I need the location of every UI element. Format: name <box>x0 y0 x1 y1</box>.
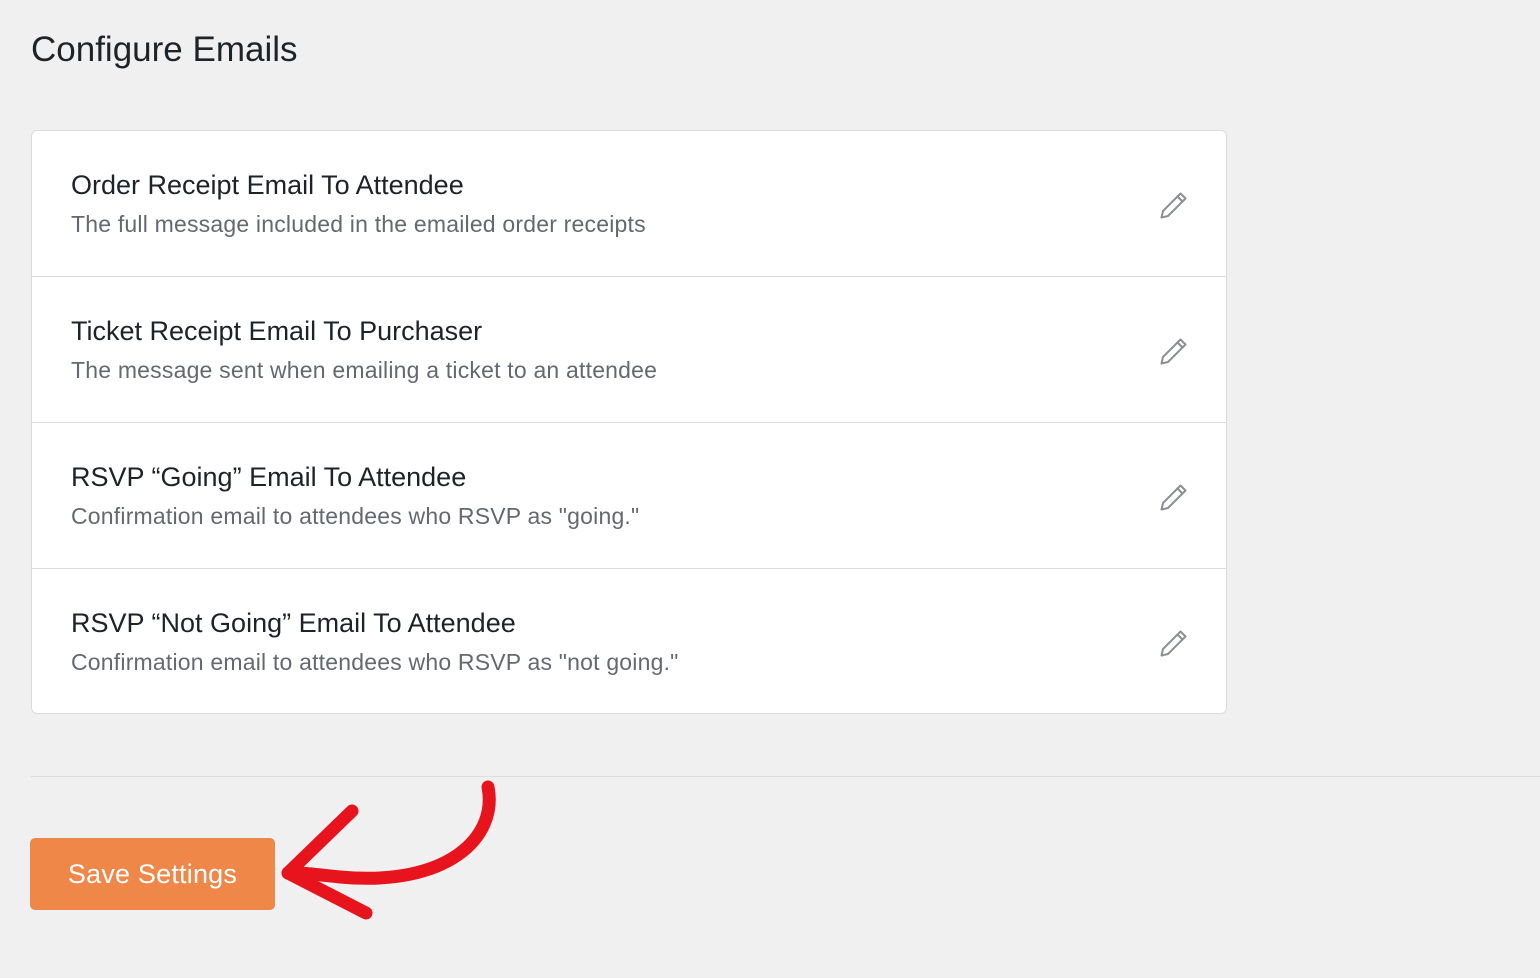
email-description: The message sent when emailing a ticket … <box>71 357 658 383</box>
email-item-ticket-receipt[interactable]: Ticket Receipt Email To Purchaser The me… <box>32 277 1226 423</box>
email-title: RSVP “Not Going” Email To Attendee <box>71 608 516 638</box>
annotation-arrow-icon <box>281 780 496 920</box>
pencil-icon[interactable] <box>1158 189 1190 221</box>
email-title: RSVP “Going” Email To Attendee <box>71 462 467 492</box>
pencil-icon[interactable] <box>1158 481 1190 513</box>
email-description: Confirmation email to attendees who RSVP… <box>71 649 679 675</box>
email-item-order-receipt[interactable]: Order Receipt Email To Attendee The full… <box>32 131 1226 277</box>
section-divider <box>31 776 1540 777</box>
pencil-icon[interactable] <box>1158 627 1190 659</box>
email-description: Confirmation email to attendees who RSVP… <box>71 503 640 529</box>
save-settings-button[interactable]: Save Settings <box>30 838 275 910</box>
email-settings-list: Order Receipt Email To Attendee The full… <box>31 130 1227 714</box>
page-title: Configure Emails <box>31 30 298 69</box>
email-description: The full message included in the emailed… <box>71 211 646 237</box>
email-item-rsvp-going[interactable]: RSVP “Going” Email To Attendee Confirmat… <box>32 423 1226 569</box>
email-title: Ticket Receipt Email To Purchaser <box>71 316 483 346</box>
email-title: Order Receipt Email To Attendee <box>71 170 464 200</box>
email-item-rsvp-not-going[interactable]: RSVP “Not Going” Email To Attendee Confi… <box>32 569 1226 713</box>
pencil-icon[interactable] <box>1158 335 1190 367</box>
